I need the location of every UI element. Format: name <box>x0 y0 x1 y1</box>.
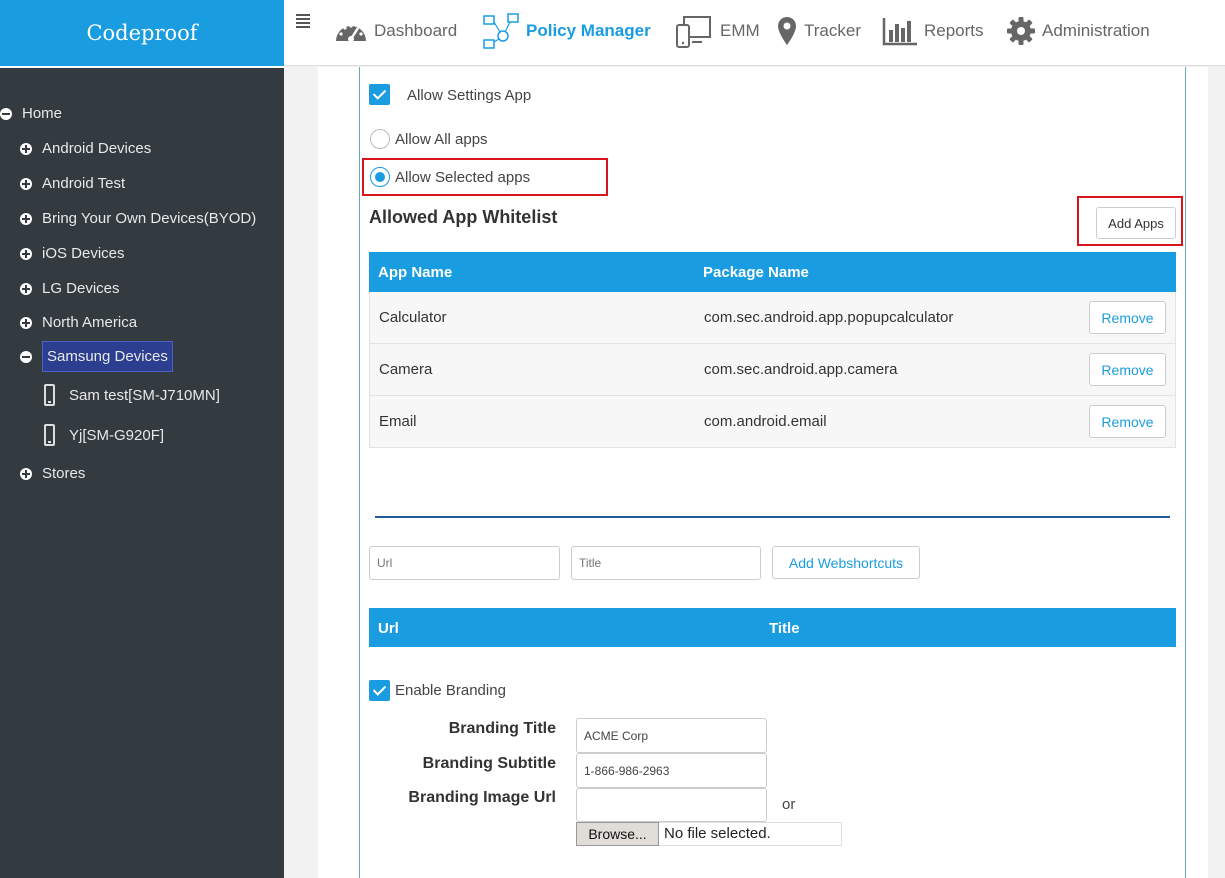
menu-toggle-icon[interactable] <box>296 14 310 30</box>
enable-branding-label: Enable Branding <box>395 682 506 699</box>
remove-button[interactable]: Remove <box>1089 405 1166 438</box>
or-text: or <box>782 796 796 813</box>
nav-dashboard[interactable]: Dashboard <box>334 14 457 48</box>
tree-device-yj[interactable]: Yj[SM-G920F] <box>44 424 164 446</box>
bar-chart-icon <box>882 18 917 46</box>
brand-logo[interactable]: Codeproof <box>0 0 284 66</box>
branding-subtitle-label: Branding Subtitle <box>422 755 556 772</box>
section-divider <box>375 516 1170 518</box>
nav-emm[interactable]: EMM <box>676 14 760 48</box>
webshortcuts-table-header: Url Title <box>369 608 1176 647</box>
app-name-cell: Calculator <box>379 309 447 326</box>
title-input[interactable] <box>571 546 761 580</box>
column-app-name: App Name <box>378 264 453 281</box>
branding-title-label: Branding Title <box>448 720 556 737</box>
table-row: Email com.android.email <box>369 396 1176 448</box>
gear-icon <box>1007 17 1035 45</box>
nav-emm-label: EMM <box>720 21 760 40</box>
add-apps-button[interactable]: Add Apps <box>1096 207 1176 239</box>
panel-border-right <box>1185 67 1186 878</box>
add-webshortcuts-button[interactable]: Add Webshortcuts <box>772 546 920 579</box>
url-input[interactable] <box>369 546 560 580</box>
tree-node-label-selected[interactable]: Samsung Devices <box>42 341 173 372</box>
branding-title-field[interactable]: ACME Corp <box>576 718 767 753</box>
tree-node-home[interactable]: Home <box>0 105 62 122</box>
table-row: Calculator com.sec.android.app.popupcalc… <box>369 292 1176 344</box>
devices-icon <box>676 16 711 48</box>
nav-policy-manager[interactable]: Policy Manager <box>482 13 651 49</box>
expand-icon[interactable] <box>20 247 32 260</box>
nav-dashboard-label: Dashboard <box>374 21 458 40</box>
nav-tracker[interactable]: Tracker <box>776 14 861 48</box>
tree-node-ios-devices[interactable]: iOS Devices <box>20 245 125 262</box>
allow-settings-app-checkbox[interactable] <box>369 84 390 105</box>
package-name-cell: com.sec.android.app.popupcalculator <box>704 309 954 326</box>
collapse-icon[interactable] <box>0 107 12 120</box>
allow-all-apps-label: Allow All apps <box>395 131 488 148</box>
expand-icon[interactable] <box>20 282 32 295</box>
tree-node-label: LG Devices <box>42 280 120 297</box>
allow-settings-app-label: Allow Settings App <box>407 87 532 104</box>
allow-selected-apps-radio[interactable] <box>370 167 390 187</box>
tree-node-label: Bring Your Own Devices(BYOD) <box>42 210 257 227</box>
browse-button[interactable]: Browse... <box>576 822 659 846</box>
tree-node-label: North America <box>42 314 138 331</box>
tree-node-lg-devices[interactable]: LG Devices <box>20 280 120 297</box>
phone-icon <box>44 384 55 406</box>
map-pin-icon <box>778 17 796 45</box>
phone-icon <box>44 424 55 446</box>
policy-network-icon <box>483 13 519 49</box>
nav-administration-label: Administration <box>1042 21 1150 40</box>
tree-device-label: Sam test[SM-J710MN] <box>69 386 220 404</box>
nav-reports-label: Reports <box>924 21 984 40</box>
package-name-cell: com.sec.android.app.camera <box>704 361 898 378</box>
nav-administration[interactable]: Administration <box>1006 14 1150 48</box>
tree-node-label: Android Test <box>42 175 126 192</box>
expand-icon[interactable] <box>20 212 32 225</box>
remove-button[interactable]: Remove <box>1089 301 1166 334</box>
tree-node-stores[interactable]: Stores <box>20 465 85 482</box>
tree-node-samsung-devices[interactable]: Samsung Devices <box>20 341 173 372</box>
branding-image-url-field[interactable] <box>576 788 767 822</box>
nav-policy-manager-label: Policy Manager <box>526 21 651 40</box>
expand-icon[interactable] <box>20 142 32 155</box>
expand-icon[interactable] <box>20 467 32 480</box>
remove-button[interactable]: Remove <box>1089 353 1166 386</box>
collapse-icon[interactable] <box>20 350 32 363</box>
column-package-name: Package Name <box>703 264 809 281</box>
branding-subtitle-field[interactable]: 1-866-986-2963 <box>576 753 767 788</box>
tree-node-home-label: Home <box>22 105 63 122</box>
column-title: Title <box>769 620 800 637</box>
package-name-cell: com.android.email <box>704 413 827 430</box>
whitelist-table-header: App Name Package Name <box>369 252 1176 292</box>
column-url: Url <box>378 620 399 637</box>
table-row: Camera com.sec.android.app.camera <box>369 344 1176 396</box>
branding-image-url-label: Branding Image Url <box>408 789 556 806</box>
expand-icon[interactable] <box>20 177 32 190</box>
tree-node-byod[interactable]: Bring Your Own Devices(BYOD) <box>20 210 256 227</box>
no-file-selected-text: No file selected. <box>664 825 771 842</box>
tree-node-android-devices[interactable]: Android Devices <box>20 140 151 157</box>
enable-branding-checkbox[interactable] <box>369 680 390 701</box>
expand-icon[interactable] <box>20 316 32 329</box>
top-navigation: Dashboard Policy Manager EMM Tracker Rep… <box>284 0 1225 66</box>
tree-node-label: iOS Devices <box>42 245 125 262</box>
tree-node-label: Android Devices <box>42 140 152 157</box>
whitelist-title: Allowed App Whitelist <box>369 207 558 227</box>
nav-tracker-label: Tracker <box>804 21 861 40</box>
app-name-cell: Camera <box>379 361 433 378</box>
speedometer-icon <box>336 24 366 42</box>
tree-node-north-america[interactable]: North America <box>20 314 137 331</box>
allow-selected-apps-label: Allow Selected apps <box>395 169 531 186</box>
allow-all-apps-radio[interactable] <box>370 129 390 149</box>
tree-node-label: Stores <box>42 465 86 482</box>
nav-reports[interactable]: Reports <box>882 14 984 48</box>
tree-node-android-test[interactable]: Android Test <box>20 175 125 192</box>
tree-device-sam-test[interactable]: Sam test[SM-J710MN] <box>44 384 220 406</box>
app-name-cell: Email <box>379 413 417 430</box>
tree-device-label: Yj[SM-G920F] <box>69 426 165 444</box>
